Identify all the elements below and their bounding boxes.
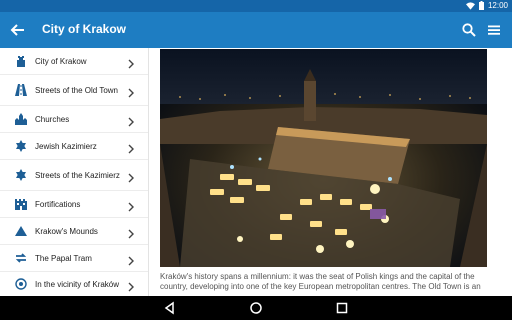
chevron-right-icon — [127, 226, 135, 239]
recent-apps-icon[interactable] — [335, 301, 349, 315]
castle-icon — [14, 54, 28, 68]
sidebar-item-label: The Papal Tram — [35, 253, 92, 263]
search-icon[interactable] — [461, 22, 477, 38]
sidebar-item-label: Streets of the Kazimierz — [35, 170, 120, 180]
chevron-right-icon — [127, 85, 135, 98]
fortification-icon — [14, 197, 28, 211]
sidebar-item-label: Fortifications — [35, 199, 81, 209]
status-time: 12:00 — [487, 1, 508, 10]
star-of-david-icon — [14, 139, 28, 153]
chevron-right-icon — [127, 279, 135, 292]
back-icon[interactable] — [163, 301, 177, 315]
chevron-right-icon — [127, 170, 135, 183]
sidebar: City of Krakow Streets of the Old Town C… — [0, 48, 149, 296]
wifi-icon — [465, 1, 475, 10]
sidebar-item-label: Streets of the Old Town — [35, 85, 119, 95]
church-icon — [14, 112, 28, 126]
app-bar: City of Krakow — [0, 12, 512, 48]
battery-icon — [478, 1, 484, 10]
sidebar-item-papal-tram[interactable]: The Papal Tram — [0, 245, 148, 271]
star-of-david-icon — [14, 168, 28, 182]
road-icon — [14, 83, 28, 97]
article-text: Kraków's history spans a millennium: it … — [160, 272, 481, 291]
sidebar-item-jewish-kazimierz[interactable]: Jewish Kazimierz — [0, 133, 148, 159]
tram-icon — [14, 251, 28, 265]
sidebar-item-label: Krakow's Mounds — [35, 226, 98, 236]
sidebar-item-label: Jewish Kazimierz — [35, 141, 97, 151]
target-icon — [14, 277, 28, 291]
app-title: City of Krakow — [42, 22, 127, 36]
sidebar-item-churches[interactable]: Churches — [0, 106, 148, 132]
mound-icon — [14, 224, 28, 238]
sidebar-item-label: In the vicinity of Kraków — [35, 279, 120, 289]
chevron-right-icon — [127, 199, 135, 212]
chevron-right-icon — [127, 253, 135, 266]
home-icon[interactable] — [249, 301, 263, 315]
sidebar-item-fortifications[interactable]: Fortifications — [0, 191, 148, 217]
navigation-bar — [0, 296, 512, 320]
sidebar-item-vicinity-krakow[interactable]: In the vicinity of Kraków — [0, 272, 148, 296]
krakow-market-photo — [160, 49, 487, 267]
sidebar-item-streets-old-town[interactable]: Streets of the Old Town — [0, 75, 148, 105]
chevron-right-icon — [127, 141, 135, 154]
sidebar-item-label: City of Krakow — [35, 56, 87, 66]
sidebar-item-label: Churches — [35, 114, 70, 124]
sidebar-item-city-of-krakow[interactable]: City of Krakow — [0, 48, 148, 74]
sidebar-item-streets-kazimierz[interactable]: Streets of the Kazimierz — [0, 160, 148, 190]
chevron-right-icon — [127, 56, 135, 69]
chevron-right-icon — [127, 114, 135, 127]
hamburger-menu-icon[interactable] — [486, 22, 502, 38]
status-bar: 12:00 — [0, 0, 512, 12]
sidebar-item-krakows-mounds[interactable]: Krakow's Mounds — [0, 218, 148, 244]
back-arrow-icon[interactable] — [8, 20, 28, 40]
